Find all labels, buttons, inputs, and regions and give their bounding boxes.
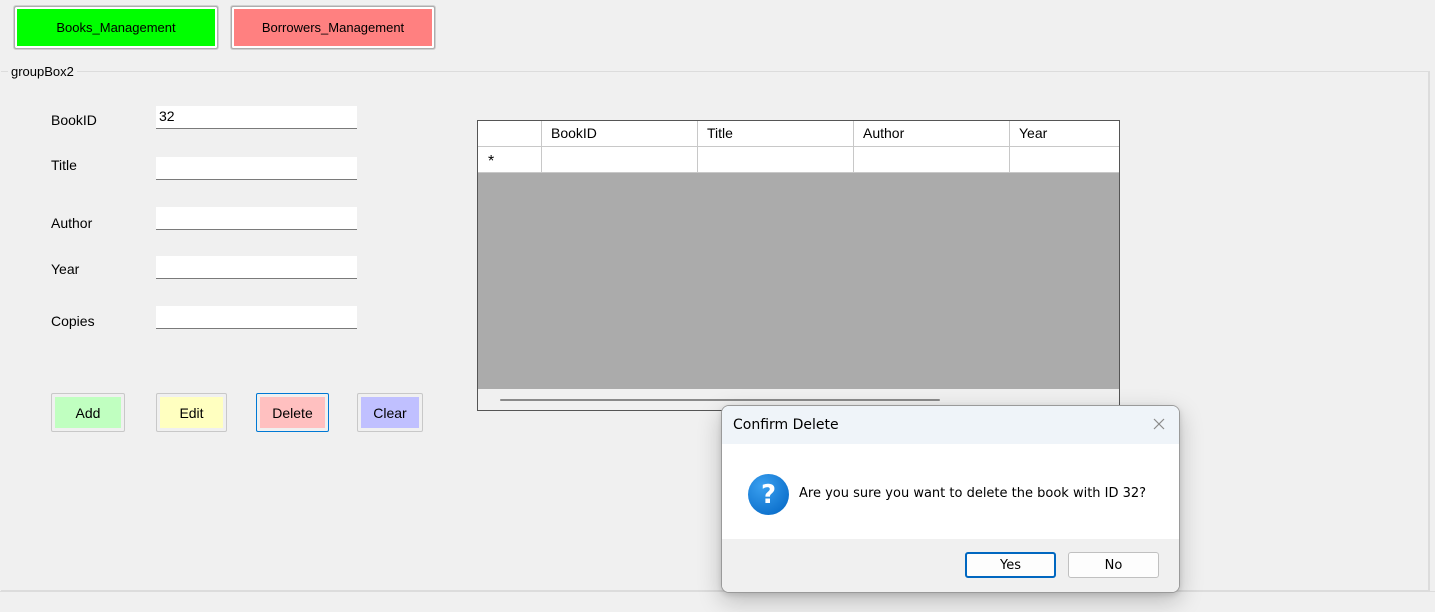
- copies-label: Copies: [51, 313, 95, 329]
- edit-button-label: Edit: [179, 404, 204, 421]
- grid-header-row: BookID Title Author Year: [478, 121, 1119, 147]
- books-management-label: Books_Management: [56, 20, 176, 35]
- column-header-bookid[interactable]: BookID: [542, 121, 698, 147]
- copies-field[interactable]: [156, 306, 357, 329]
- groupbox-title: groupBox2: [8, 64, 77, 79]
- new-row-bookid-cell[interactable]: [542, 147, 698, 173]
- add-button-label: Add: [75, 404, 101, 421]
- new-row-author-cell[interactable]: [854, 147, 1010, 173]
- delete-button-label: Delete: [272, 404, 313, 421]
- books-data-grid[interactable]: BookID Title Author Year *: [477, 120, 1120, 411]
- clear-button[interactable]: Clear: [357, 393, 423, 432]
- dialog-titlebar: Confirm Delete: [722, 406, 1179, 444]
- column-header-title[interactable]: Title: [698, 121, 854, 147]
- yes-button-label: Yes: [1000, 557, 1021, 573]
- new-row-title-cell[interactable]: [698, 147, 854, 173]
- edit-button[interactable]: Edit: [156, 393, 227, 432]
- delete-button[interactable]: Delete: [256, 393, 329, 432]
- books-management-button[interactable]: Books_Management: [14, 6, 218, 49]
- author-field[interactable]: [156, 207, 357, 230]
- new-row-marker[interactable]: *: [478, 147, 542, 173]
- new-row-year-cell[interactable]: [1010, 147, 1119, 173]
- borrowers-management-button[interactable]: Borrowers_Management: [231, 6, 435, 49]
- close-icon[interactable]: [1151, 416, 1167, 432]
- dialog-title: Confirm Delete: [733, 417, 839, 433]
- borrowers-management-label: Borrowers_Management: [261, 20, 405, 35]
- question-icon: ?: [748, 474, 789, 515]
- yes-button[interactable]: Yes: [965, 552, 1056, 578]
- author-label: Author: [51, 215, 93, 231]
- bookid-field[interactable]: [156, 106, 357, 129]
- new-row[interactable]: *: [478, 147, 1119, 173]
- no-button[interactable]: No: [1068, 552, 1159, 578]
- add-button[interactable]: Add: [51, 393, 125, 432]
- no-button-label: No: [1104, 557, 1123, 573]
- confirm-delete-dialog: Confirm Delete ? Are you sure you want t…: [721, 405, 1180, 593]
- year-label: Year: [51, 261, 80, 277]
- bookid-label: BookID: [51, 112, 97, 128]
- year-field[interactable]: [156, 256, 357, 279]
- column-header-author[interactable]: Author: [854, 121, 1010, 147]
- dialog-message: Are you sure you want to delete the book…: [799, 486, 1147, 501]
- title-field[interactable]: [156, 157, 357, 180]
- horizontal-scrollbar-thumb[interactable]: [500, 399, 940, 401]
- bottom-divider: [0, 591, 1435, 592]
- title-label: Title: [51, 157, 77, 173]
- grid-row-header-corner[interactable]: [478, 121, 542, 147]
- clear-button-label: Clear: [373, 404, 407, 421]
- right-edge-divider: [1429, 71, 1435, 591]
- column-header-year[interactable]: Year: [1010, 121, 1119, 147]
- dialog-footer: Yes No: [722, 539, 1179, 592]
